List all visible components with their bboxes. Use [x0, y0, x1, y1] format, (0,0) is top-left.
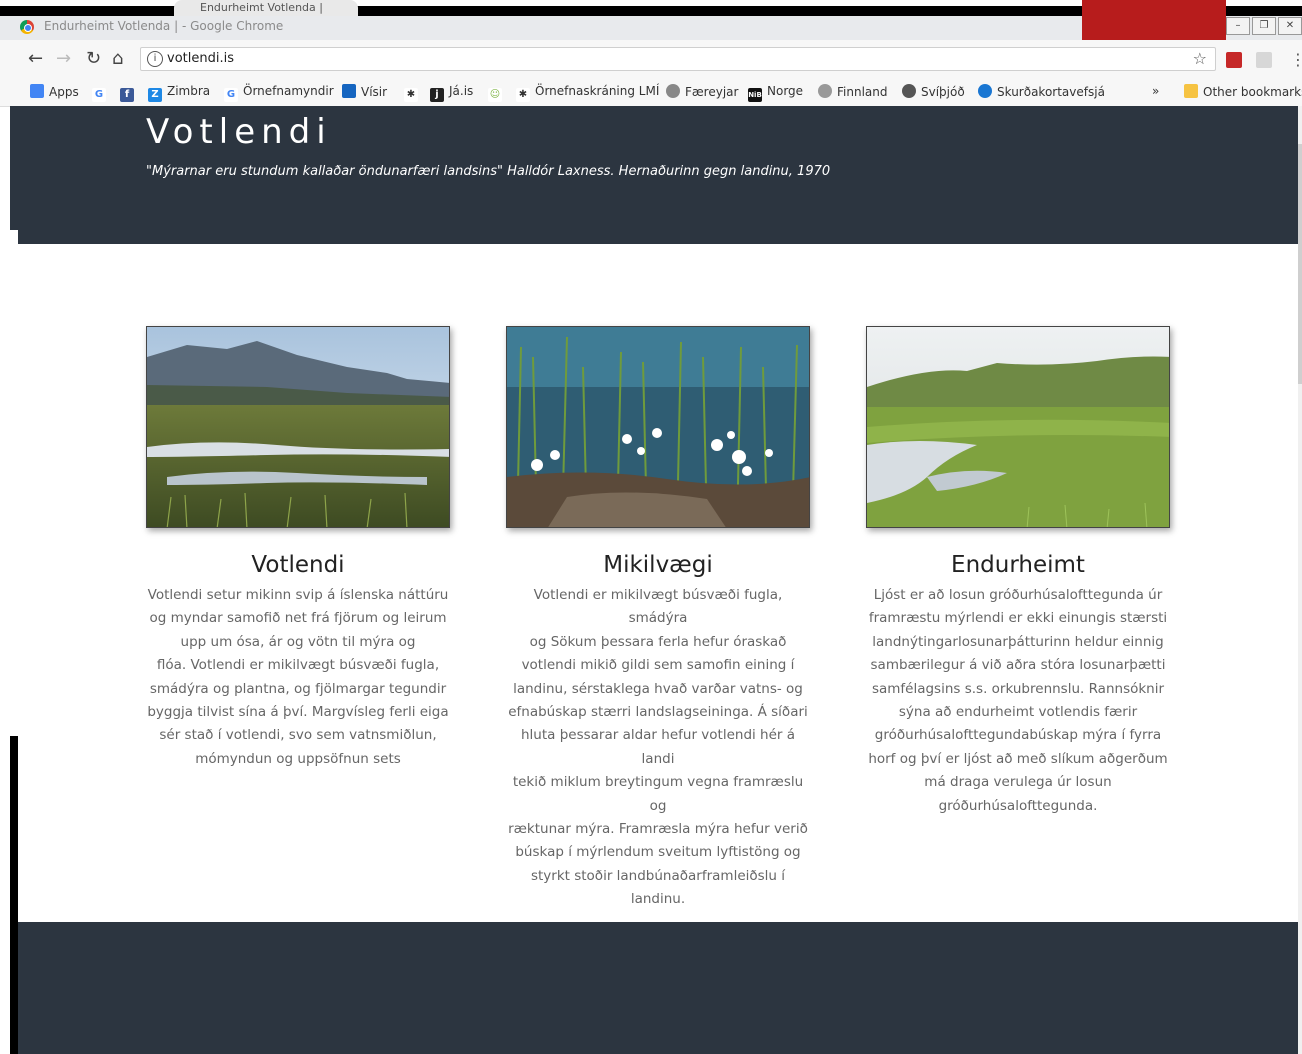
card-title: Endurheimt	[951, 552, 1085, 578]
green-valley-image	[867, 327, 1169, 527]
forward-arrow-icon[interactable]: →	[56, 49, 71, 69]
bookmark-norge[interactable]: NiB Norge	[748, 84, 803, 102]
chrome-logo-icon	[20, 20, 34, 34]
bookmark-lmi[interactable]: ✱	[404, 84, 423, 102]
home-icon[interactable]: ⌂	[112, 49, 123, 69]
info-icon[interactable]: i	[147, 51, 163, 67]
url-text[interactable]: votlendi.is	[167, 51, 234, 66]
omnibox[interactable]: i votlendi.is ☆	[140, 47, 1216, 71]
nib-icon: NiB	[748, 88, 762, 102]
bookmark-finnland[interactable]: Finnland	[818, 84, 887, 99]
bookmark-star-icon[interactable]: ☆	[1193, 49, 1207, 68]
card-mikilvaegi: Mikilvægi Votlendi er mikilvægt búsvæði …	[506, 326, 810, 912]
restore-icon[interactable]: ❐	[1252, 17, 1276, 35]
wetland-mountain-photo	[146, 326, 450, 528]
card-endurheimt: Endurheimt Ljóst er að losun gróðurhúsal…	[866, 326, 1170, 818]
address-bar: ← → ↻ ⌂ i votlendi.is ☆ ⋮	[0, 40, 1302, 78]
google-icon: G	[92, 88, 106, 102]
browser-titlebar: Endurheimt Votlenda | Endurheimt Votlend…	[0, 0, 1302, 54]
bookmark-zimbra[interactable]: Z Zimbra	[148, 84, 210, 102]
zimbra-icon: Z	[148, 88, 162, 102]
card-votlendi: Votlendi Votlendi setur mikinn svip á ís…	[146, 326, 450, 771]
scrollbar-thumb[interactable]	[1298, 144, 1302, 384]
bookmark-svithjod[interactable]: Svíþjóð	[902, 84, 965, 99]
tab-title: Endurheimt Votlenda |	[200, 1, 323, 14]
page-footer	[18, 922, 1298, 1054]
left-black-bar	[10, 736, 18, 1054]
card-title: Votlendi	[251, 552, 345, 578]
chrome-menu-icon[interactable]: ⋮	[1290, 50, 1302, 69]
hero-quote: "Mýrarnar eru stundum kallaðar öndunarfæ…	[146, 164, 831, 179]
bookmark-apps[interactable]: Apps	[30, 84, 79, 99]
ja-icon: j	[430, 88, 444, 102]
window-title: Endurheimt Votlenda | - Google Chrome	[44, 19, 284, 33]
map-icon	[978, 84, 992, 98]
minimize-icon[interactable]: –	[1226, 17, 1250, 35]
bookmark-ornefnaskraning[interactable]: ✱ Örnefnaskráning LMÍ	[516, 84, 659, 102]
bookmark-visir[interactable]: Vísir	[342, 84, 387, 99]
bookmarks-bar: Apps G f Z Zimbra G Örnefnamyndir Vísir ✱ …	[0, 78, 1302, 107]
bookmark-ornefnamyndir[interactable]: G Örnefnamyndir	[224, 84, 334, 102]
card-text: Votlendi er mikilvægt búsvæði fugla, smá…	[508, 587, 808, 908]
extension-pdf-icon[interactable]	[1256, 52, 1272, 68]
site-title[interactable]: Votlendi	[146, 112, 332, 152]
page-scrollbar[interactable]	[1298, 106, 1302, 1054]
browser-tab[interactable]: Endurheimt Votlenda |	[174, 0, 358, 16]
wetland-mountain-image	[147, 327, 449, 527]
back-arrow-icon[interactable]: ←	[28, 49, 43, 69]
bookmarks-overflow-icon[interactable]: »	[1152, 84, 1159, 98]
green-valley-photo	[866, 326, 1170, 528]
globe-icon	[818, 84, 832, 98]
extension-off-icon[interactable]	[1226, 52, 1242, 68]
cotton-grass-photo	[506, 326, 810, 528]
bookmark-ja[interactable]: j Já.is	[430, 84, 473, 102]
bookmark-skurdakort[interactable]: Skurðakortavefsjá	[978, 84, 1105, 99]
facebook-icon: f	[120, 88, 134, 102]
lmi-icon: ✱	[404, 88, 418, 102]
globe-icon	[666, 84, 680, 98]
close-icon[interactable]: ✕	[1278, 17, 1302, 35]
folder-icon	[1184, 84, 1198, 98]
visir-icon	[342, 84, 356, 98]
apps-grid-icon	[30, 84, 44, 98]
google-icon: G	[224, 88, 238, 102]
bookmark-facebook[interactable]: f	[120, 84, 139, 102]
card-text: Ljóst er að losun gróðurhúsalofttegunda …	[868, 587, 1168, 814]
hero-left-strip	[10, 106, 18, 230]
bookmark-google[interactable]: G	[92, 84, 111, 102]
lmi-icon: ✱	[516, 88, 530, 102]
reload-icon[interactable]: ↻	[86, 49, 101, 69]
cotton-grass-image	[507, 327, 809, 527]
bookmark-smile[interactable]: ☺	[488, 84, 507, 102]
globe-icon	[902, 84, 916, 98]
bookmark-faereyjar[interactable]: Færeyjar	[666, 84, 738, 99]
smile-icon: ☺	[488, 88, 502, 102]
hero-banner: Votlendi "Mýrarnar eru stundum kallaðar …	[18, 106, 1298, 244]
card-title: Mikilvægi	[603, 552, 713, 578]
other-bookmarks[interactable]: Other bookmarks	[1184, 84, 1302, 99]
card-text: Votlendi setur mikinn svip á íslenska ná…	[147, 587, 449, 767]
